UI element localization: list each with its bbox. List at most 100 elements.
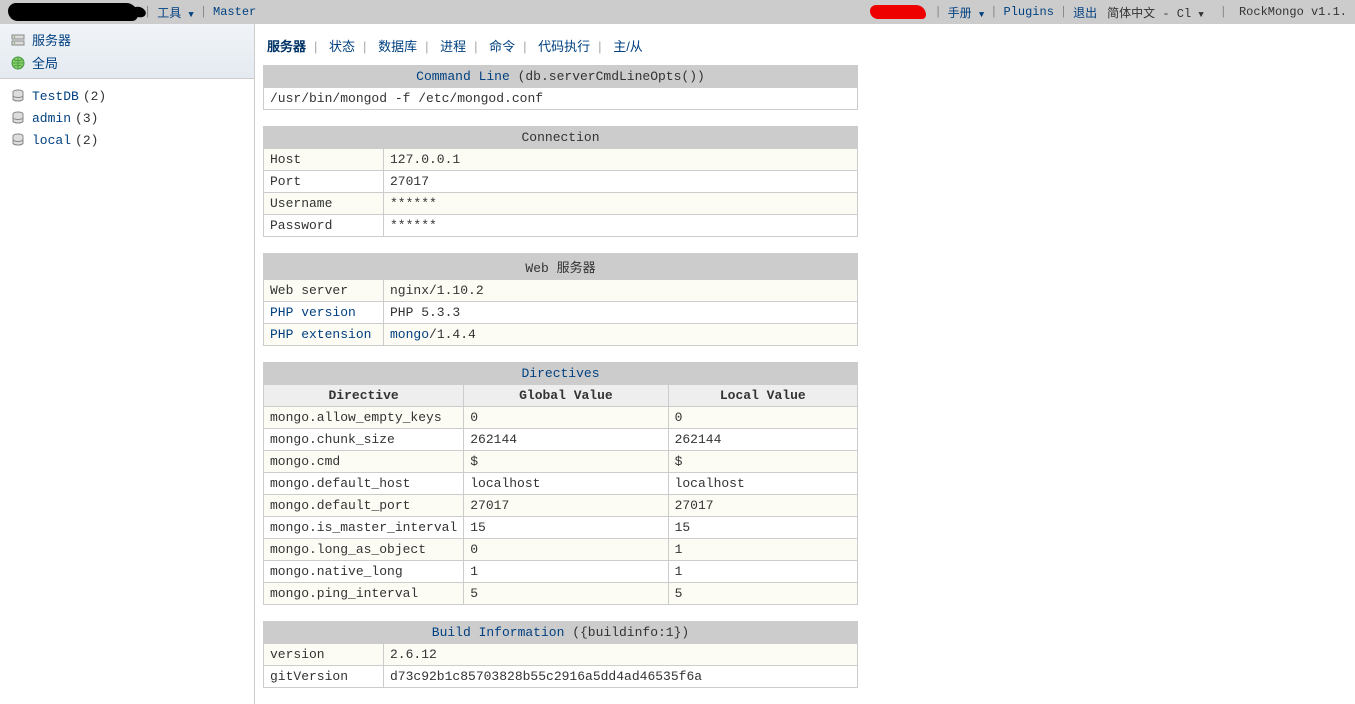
web-key: PHP extension bbox=[264, 324, 384, 346]
dir-name: mongo.ping_interval bbox=[264, 583, 464, 605]
database-list: TestDB (2)admin (3)local (2) bbox=[0, 79, 254, 157]
db-count: (3) bbox=[75, 111, 98, 126]
conn-val: 27017 bbox=[384, 171, 858, 193]
dir-local: 1 bbox=[668, 561, 857, 583]
web-key: Web server bbox=[264, 280, 384, 302]
separator: | bbox=[1060, 5, 1067, 19]
build-key: gitVersion bbox=[264, 666, 384, 688]
database-icon bbox=[10, 132, 26, 148]
dir-name: mongo.default_host bbox=[264, 473, 464, 495]
dir-global: $ bbox=[464, 451, 668, 473]
version-label: RockMongo v1.1. bbox=[1239, 5, 1347, 19]
tab-bar: 服务器| 状态| 数据库| 进程| 命令| 代码执行| 主/从 bbox=[263, 32, 1355, 65]
cmdline-title-link[interactable]: Command Line bbox=[416, 69, 510, 84]
buildinfo-header: Build Information ({buildinfo:1}) bbox=[264, 622, 858, 644]
sidebar-global[interactable]: 全局 bbox=[0, 51, 254, 74]
tab-execute[interactable]: 代码执行 bbox=[538, 39, 590, 54]
database-icon bbox=[10, 88, 26, 104]
tab-server[interactable]: 服务器 bbox=[267, 39, 306, 54]
conn-key: Password bbox=[264, 215, 384, 237]
col-local: Local Value bbox=[668, 385, 857, 407]
dir-global: 0 bbox=[464, 539, 668, 561]
webserver-table: Web 服务器 Web servernginx/1.10.2PHP versio… bbox=[263, 253, 858, 346]
dir-global: 0 bbox=[464, 407, 668, 429]
cmdline-table: Command Line (db.serverCmdLineOpts()) /u… bbox=[263, 65, 858, 110]
separator: | bbox=[934, 5, 941, 19]
dir-local: 15 bbox=[668, 517, 857, 539]
web-key-link[interactable]: PHP version bbox=[270, 305, 356, 320]
cmdline-value: /usr/bin/mongod -f /etc/mongod.conf bbox=[264, 88, 858, 110]
sidebar-server[interactable]: 服务器 bbox=[0, 28, 254, 51]
dir-name: mongo.default_port bbox=[264, 495, 464, 517]
chevron-down-icon: ▼ bbox=[979, 10, 984, 20]
dir-global: 262144 bbox=[464, 429, 668, 451]
col-global: Global Value bbox=[464, 385, 668, 407]
db-name: admin bbox=[32, 111, 71, 126]
plugins-link[interactable]: Plugins bbox=[1004, 5, 1054, 19]
cmdline-header: Command Line (db.serverCmdLineOpts()) bbox=[264, 66, 858, 88]
dir-global: 15 bbox=[464, 517, 668, 539]
dir-local: localhost bbox=[668, 473, 857, 495]
tools-menu[interactable]: 工具 ▼ bbox=[157, 4, 194, 21]
dir-local: 0 bbox=[668, 407, 857, 429]
web-val: PHP 5.3.3 bbox=[384, 302, 858, 324]
server-icon bbox=[10, 32, 26, 48]
db-count: (2) bbox=[83, 89, 106, 104]
sidebar: 服务器 全局 TestDB (2)admin (3)local (2) bbox=[0, 24, 255, 704]
conn-key: Port bbox=[264, 171, 384, 193]
build-key: version bbox=[264, 644, 384, 666]
dir-name: mongo.long_as_object bbox=[264, 539, 464, 561]
master-link[interactable]: Master bbox=[213, 5, 256, 19]
web-key: PHP version bbox=[264, 302, 384, 324]
logout-link[interactable]: 退出 bbox=[1073, 4, 1097, 21]
sidebar-item-label: 全局 bbox=[32, 53, 58, 72]
buildinfo-title-link[interactable]: Build Information bbox=[432, 625, 565, 640]
conn-val: ****** bbox=[384, 215, 858, 237]
directives-table: Directives Directive Global Value Local … bbox=[263, 362, 858, 605]
directives-title-link[interactable]: Directives bbox=[521, 366, 599, 381]
logo-redacted bbox=[8, 3, 138, 21]
web-val: nginx/1.10.2 bbox=[384, 280, 858, 302]
dir-global: 1 bbox=[464, 561, 668, 583]
dir-name: mongo.native_long bbox=[264, 561, 464, 583]
tab-command[interactable]: 命令 bbox=[489, 39, 515, 54]
web-val: mongo/1.4.4 bbox=[384, 324, 858, 346]
conn-val: ****** bbox=[384, 193, 858, 215]
main-content: 服务器| 状态| 数据库| 进程| 命令| 代码执行| 主/从 Command … bbox=[255, 24, 1355, 704]
user-redacted bbox=[870, 5, 926, 19]
lang-select[interactable]: 简体中文 - Cl ▼ bbox=[1107, 4, 1204, 21]
dir-name: mongo.chunk_size bbox=[264, 429, 464, 451]
dir-global: 27017 bbox=[464, 495, 668, 517]
build-val: d73c92b1c85703828b55c2916a5dd4ad46535f6a bbox=[384, 666, 858, 688]
dir-name: mongo.is_master_interval bbox=[264, 517, 464, 539]
dir-name: mongo.cmd bbox=[264, 451, 464, 473]
manual-menu[interactable]: 手册 ▼ bbox=[948, 4, 985, 21]
database-icon bbox=[10, 110, 26, 126]
dir-global: 5 bbox=[464, 583, 668, 605]
top-bar: | 工具 ▼ | Master | 手册 ▼ | Plugins | 退出 简体… bbox=[0, 0, 1355, 24]
web-val-link[interactable]: mongo bbox=[390, 327, 429, 342]
db-count: (2) bbox=[75, 133, 98, 148]
tab-databases[interactable]: 数据库 bbox=[378, 39, 417, 54]
directives-header: Directives bbox=[264, 363, 858, 385]
tab-master-slave[interactable]: 主/从 bbox=[613, 39, 643, 54]
tab-processes[interactable]: 进程 bbox=[440, 39, 466, 54]
db-name: TestDB bbox=[32, 89, 79, 104]
db-item[interactable]: TestDB (2) bbox=[0, 85, 254, 107]
separator: | bbox=[200, 5, 207, 19]
connection-header: Connection bbox=[264, 127, 858, 149]
db-item[interactable]: local (2) bbox=[0, 129, 254, 151]
web-key-link[interactable]: PHP extension bbox=[270, 327, 371, 342]
chevron-down-icon: ▼ bbox=[188, 10, 193, 20]
dir-local: $ bbox=[668, 451, 857, 473]
buildinfo-table: Build Information ({buildinfo:1}) versio… bbox=[263, 621, 858, 688]
conn-val: 127.0.0.1 bbox=[384, 149, 858, 171]
chevron-down-icon: ▼ bbox=[1198, 10, 1203, 20]
dir-local: 5 bbox=[668, 583, 857, 605]
conn-key: Username bbox=[264, 193, 384, 215]
build-val: 2.6.12 bbox=[384, 644, 858, 666]
tab-status[interactable]: 状态 bbox=[329, 39, 355, 54]
db-item[interactable]: admin (3) bbox=[0, 107, 254, 129]
dir-local: 1 bbox=[668, 539, 857, 561]
connection-table: Connection Host127.0.0.1Port27017Usernam… bbox=[263, 126, 858, 237]
